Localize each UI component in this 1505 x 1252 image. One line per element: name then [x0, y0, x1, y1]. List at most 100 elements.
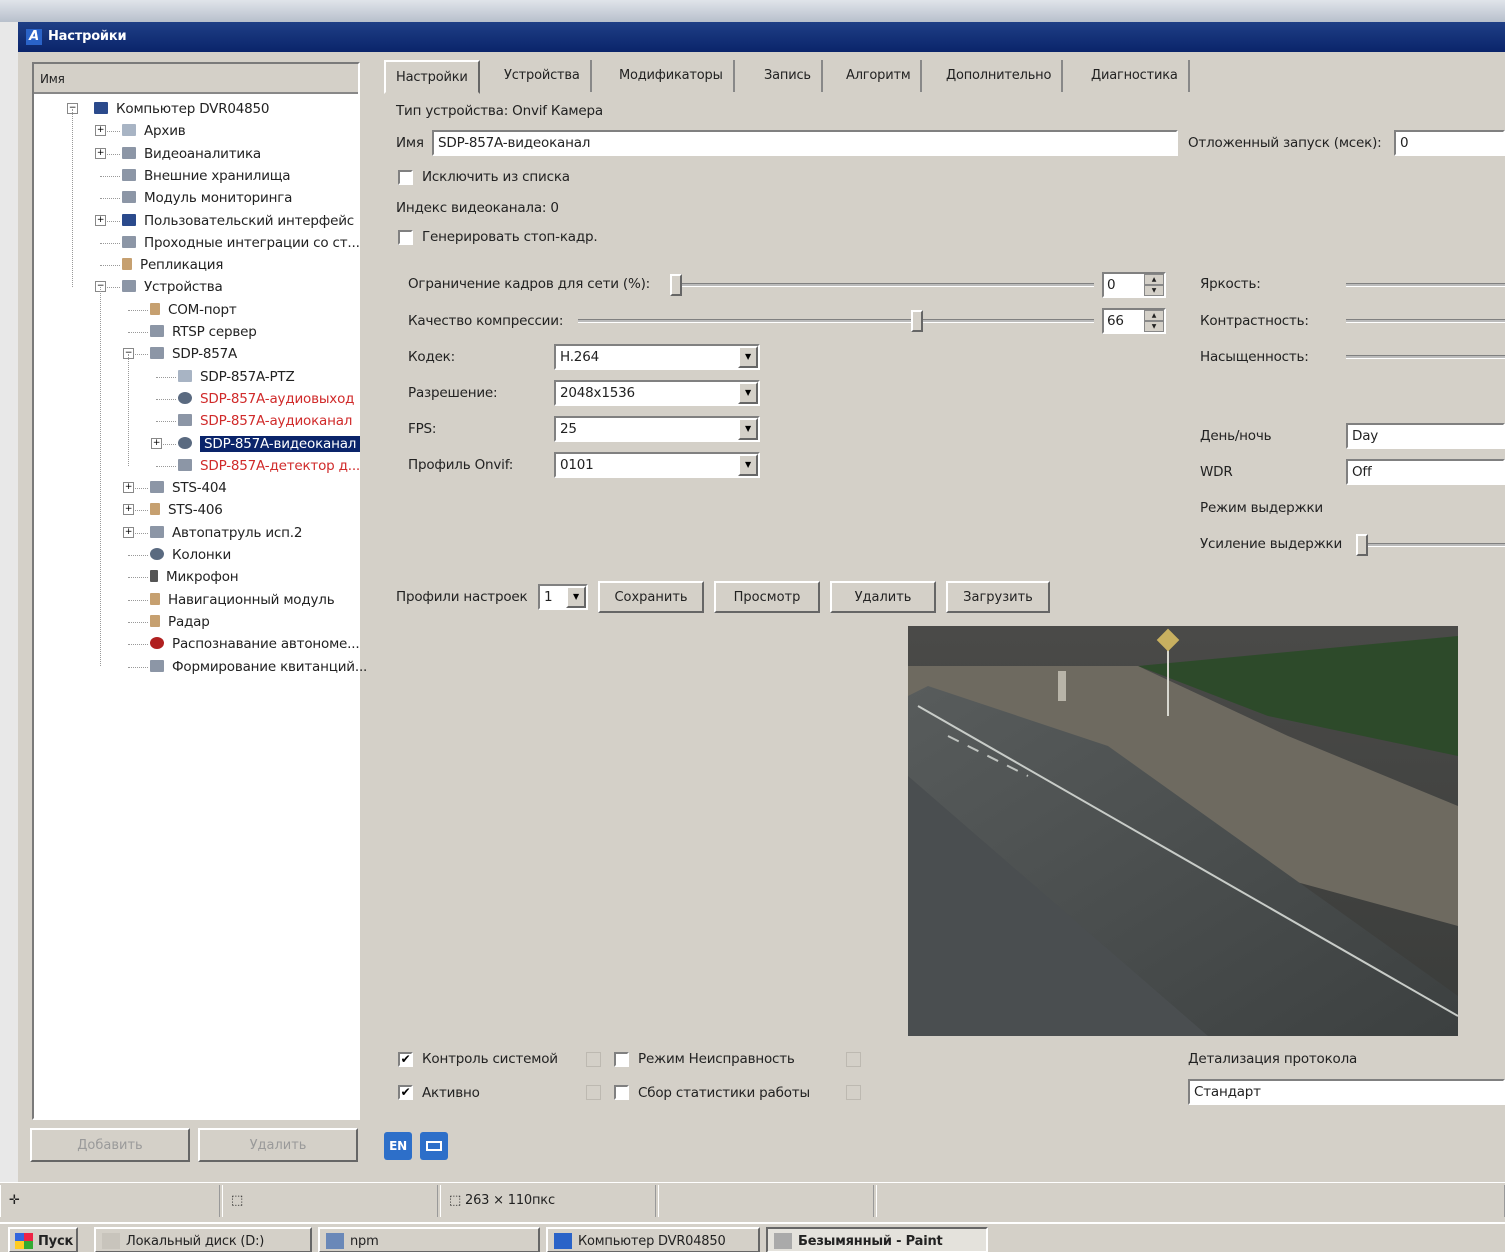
keyboard-icon[interactable] — [420, 1132, 448, 1160]
daynight-label: День/ночь — [1200, 428, 1272, 444]
tree-item-sts-404[interactable]: STS-404 — [150, 477, 227, 499]
port-icon — [150, 302, 160, 315]
task-computer[interactable]: Компьютер DVR04850 — [546, 1227, 760, 1252]
tab-diagnostics[interactable]: Диагностика — [1081, 60, 1190, 92]
exposure-gain-slider[interactable] — [1356, 534, 1368, 556]
fps-select[interactable]: 25 ▼ — [554, 416, 760, 442]
tree-column-header[interactable]: Имя — [34, 64, 358, 94]
spin-up-icon[interactable]: ▲ — [1144, 274, 1164, 285]
computer-icon — [94, 102, 108, 114]
fault-mode-checkbox[interactable] — [614, 1052, 629, 1067]
quality-spinner[interactable]: 66 ▲ ▼ — [1102, 308, 1166, 334]
tree-item-rtsp-сервер[interactable]: RTSP сервер — [150, 321, 257, 343]
network-device-icon — [122, 168, 136, 181]
settings-profile-select[interactable]: 1 ▼ — [538, 584, 588, 610]
delete-profile-button[interactable]: Удалить — [830, 581, 936, 613]
tab-algorithm[interactable]: Алгоритм — [836, 60, 923, 92]
tab-modifiers[interactable]: Модификаторы — [609, 60, 735, 92]
saturation-slider[interactable] — [1346, 355, 1505, 359]
name-input[interactable]: SDP-857A-видеоканал — [432, 130, 1178, 156]
frame-limit-track — [670, 283, 1094, 287]
task-local-disk[interactable]: Локальный диск (D:) — [94, 1227, 312, 1252]
active-checkbox[interactable]: ✔ — [398, 1085, 413, 1100]
tree-item-навигационный-модуль[interactable]: Навигационный модуль — [150, 589, 335, 611]
tree-connector — [100, 198, 120, 200]
tree-item-пользовательский-интерфейс[interactable]: Пользовательский интерфейс — [122, 210, 354, 232]
system-control-checkbox[interactable]: ✔ — [398, 1052, 413, 1067]
tree-item-архив[interactable]: Архив — [122, 120, 186, 142]
expand-icon[interactable]: + — [95, 125, 106, 137]
log-detail-select[interactable]: Стандарт — [1188, 1079, 1505, 1105]
add-button[interactable]: Добавить — [30, 1128, 190, 1162]
tree-item-распознавание-автономе[interactable]: Распознавание автономе... — [150, 633, 360, 655]
expand-icon[interactable]: + — [95, 147, 106, 159]
contrast-slider[interactable] — [1346, 319, 1505, 323]
delay-input[interactable]: 0 — [1394, 130, 1505, 156]
start-button[interactable]: Пуск — [8, 1227, 78, 1252]
exclude-checkbox[interactable] — [398, 170, 413, 185]
codec-select[interactable]: H.264 ▼ — [554, 344, 760, 370]
chevron-down-icon[interactable]: ▼ — [566, 586, 586, 608]
frame-limit-spinner[interactable]: 0 ▲ ▼ — [1102, 272, 1166, 298]
tree-item-формирование-квитанций[interactable]: Формирование квитанций... — [150, 656, 367, 678]
tree-item-видеоаналитика[interactable]: Видеоаналитика — [122, 143, 261, 165]
language-en-button[interactable]: EN — [384, 1132, 412, 1160]
chevron-down-icon[interactable]: ▼ — [738, 418, 758, 440]
expand-icon[interactable]: + — [123, 504, 134, 516]
network-device-icon — [150, 481, 164, 494]
tree-item-микрофон[interactable]: Микрофон — [150, 566, 239, 588]
background-window-strip — [0, 0, 1505, 22]
tree-item-label: Репликация — [140, 257, 224, 274]
tree-item-компьютер-dvr04850[interactable]: Компьютер DVR04850 — [94, 98, 270, 120]
chevron-down-icon[interactable]: ▼ — [738, 454, 758, 476]
spin-down-icon[interactable]: ▼ — [1144, 321, 1164, 332]
expand-icon[interactable]: + — [123, 526, 134, 538]
tree-item-внешние-хранилища[interactable]: Внешние хранилища — [122, 165, 291, 187]
tree-item-sdp-857a-аудиовыход[interactable]: SDP-857A-аудиовыход — [178, 388, 354, 410]
resolution-select[interactable]: 2048x1536 ▼ — [554, 380, 760, 406]
task-paint[interactable]: Безымянный - Paint — [766, 1227, 988, 1252]
spin-down-icon[interactable]: ▼ — [1144, 285, 1164, 296]
quality-slider[interactable] — [910, 310, 923, 332]
tree-item-label: SDP-857A — [172, 346, 238, 363]
tree-item-sdp-857a[interactable]: SDP-857A — [150, 343, 237, 365]
tree-item-репликация[interactable]: Репликация — [122, 254, 223, 276]
tree-item-com-порт[interactable]: COM-порт — [150, 299, 237, 321]
tree-item-sdp-857a-детектор-д[interactable]: SDP-857A-детектор д... — [178, 455, 360, 477]
spin-up-icon[interactable]: ▲ — [1144, 310, 1164, 321]
tab-recording[interactable]: Запись — [754, 60, 823, 92]
chevron-down-icon[interactable]: ▼ — [738, 346, 758, 368]
save-button[interactable]: Сохранить — [598, 581, 704, 613]
freeze-frame-checkbox[interactable] — [398, 230, 413, 245]
preview-button[interactable]: Просмотр — [714, 581, 820, 613]
load-button[interactable]: Загрузить — [946, 581, 1050, 613]
frame-limit-slider[interactable] — [670, 274, 682, 296]
statistics-checkbox[interactable] — [614, 1085, 629, 1100]
tree-item-устройства[interactable]: Устройства — [122, 276, 223, 298]
tree-item-sts-406[interactable]: STS-406 — [150, 499, 223, 521]
tree-item-колонки[interactable]: Колонки — [150, 544, 231, 566]
tree-item-sdp-857a-видеоканал[interactable]: SDP-857A-видеоканал — [178, 433, 361, 455]
network-device-icon — [150, 525, 164, 538]
tree-item-проходные-интеграции-со-ст[interactable]: Проходные интеграции со ст... — [122, 232, 360, 254]
expand-icon[interactable]: + — [95, 214, 106, 226]
task-npm[interactable]: npm — [318, 1227, 540, 1252]
expand-icon[interactable]: + — [123, 482, 134, 494]
wdr-select[interactable]: Off — [1346, 459, 1505, 485]
title-bar[interactable]: A Настройки — [18, 22, 1505, 52]
brightness-slider[interactable] — [1346, 283, 1505, 287]
delete-node-button[interactable]: Удалить — [198, 1128, 358, 1162]
chevron-down-icon[interactable]: ▼ — [738, 382, 758, 404]
expand-icon[interactable]: + — [151, 437, 162, 449]
tree-item-модуль-мониторинга[interactable]: Модуль мониторинга — [122, 187, 292, 209]
tree-item-sdp-857a-аудиоканал[interactable]: SDP-857A-аудиоканал — [178, 410, 352, 432]
onvif-profile-select[interactable]: 0101 ▼ — [554, 452, 760, 478]
tab-settings[interactable]: Настройки — [384, 60, 480, 94]
tab-devices[interactable]: Устройства — [494, 60, 592, 92]
resolution-label: Разрешение: — [408, 385, 498, 401]
tab-additional[interactable]: Дополнительно — [936, 60, 1064, 92]
tree-item-автопатруль-исп-2[interactable]: Автопатруль исп.2 — [150, 522, 302, 544]
tree-item-радар[interactable]: Радар — [150, 611, 210, 633]
daynight-select[interactable]: Day — [1346, 423, 1505, 449]
tree-item-sdp-857a-ptz[interactable]: SDP-857A-PTZ — [178, 366, 295, 388]
